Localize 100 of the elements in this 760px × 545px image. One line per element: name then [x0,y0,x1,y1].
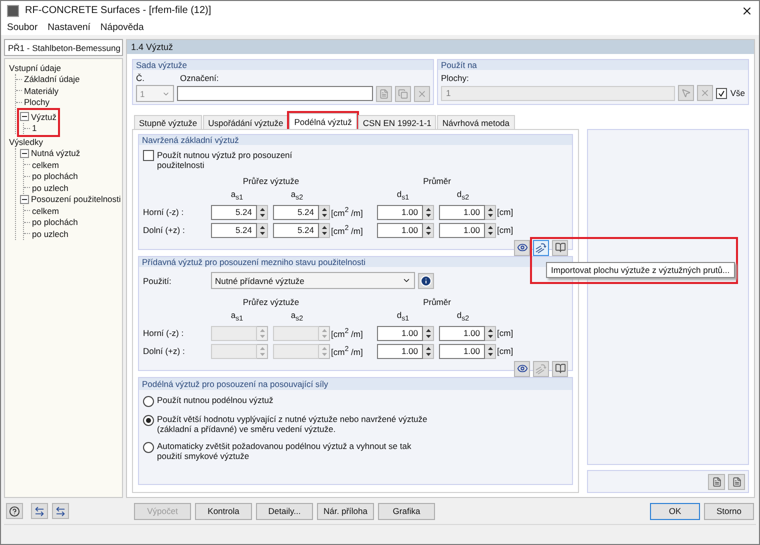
unit-label: [cm$^{2}$ /m] [331,206,364,218]
unit-label: [cm$^{2}$ /m] [331,224,364,236]
tree-item[interactable]: po uzlech [32,182,68,193]
usage-dropdown[interactable]: Nutné přídavné výztuže [211,272,415,289]
new-button[interactable] [376,86,392,102]
name-field[interactable] [177,86,373,101]
tree-item[interactable]: Nutná výztuž [31,148,80,158]
spin-button[interactable] [319,222,330,238]
column-heading: d$_{s2}$ [456,310,470,323]
tab[interactable]: CSN EN 1992-1-1 [358,115,436,129]
spin-button[interactable] [423,204,434,220]
spin-button[interactable] [319,204,330,220]
import-button[interactable] [31,503,48,519]
number-field[interactable]: 1.00 [439,344,485,359]
footer-button[interactable]: Grafika [378,502,435,520]
tooltip: Importovat plochu výztuže z výztužných prutů... [546,262,735,278]
unit-label: [cm] [497,346,514,356]
checkbox[interactable] [716,88,728,98]
surfaces-field[interactable]: 1 [441,86,676,100]
number-field[interactable]: 1.00 [377,204,423,220]
tree-item[interactable]: Základní údaje [24,74,80,84]
number-field[interactable]: 1.00 [377,222,423,238]
collapse-icon[interactable] [20,148,29,158]
book-icon [554,242,566,254]
spin-arrows-icon [424,206,432,218]
tree-item[interactable]: po uzlech [32,228,68,239]
tree-group[interactable]: Výsledky [9,136,44,147]
ok-button[interactable]: OK [650,502,700,520]
help-button[interactable] [6,503,23,519]
spin-button[interactable] [485,222,496,238]
info-button[interactable] [418,272,434,288]
footer-button[interactable]: Nár. příloha [317,502,374,520]
spin-button[interactable] [423,326,434,341]
number-field[interactable]: 1.00 [439,222,485,238]
tree-item[interactable]: po plochách [32,171,78,182]
number-field[interactable]: 5.24 [211,204,257,220]
radio-button[interactable] [143,442,154,453]
menu-item[interactable]: Nápověda [100,22,144,33]
number-field[interactable]: 1.00 [439,326,485,341]
tree-item[interactable]: celkem [32,206,59,216]
collapse-icon[interactable] [20,112,29,122]
checkbox[interactable] [143,150,154,161]
number-field[interactable]: 1.00 [377,326,423,341]
number-field[interactable]: 5.24 [273,222,319,238]
view-button[interactable] [514,360,530,377]
column-heading: d$_{s1}$ [396,189,410,202]
spin-button[interactable] [485,204,496,220]
spin-arrows-icon [486,206,494,218]
book-button[interactable] [552,360,568,377]
info-icon [420,274,432,286]
spin-button[interactable] [423,344,434,359]
tree-item[interactable]: Posouzení použitelnosti [31,194,121,204]
footer-button[interactable]: Detaily... [256,502,313,520]
spin-button[interactable] [257,204,268,220]
import-button[interactable] [533,240,549,256]
cancel-button[interactable]: Storno [704,502,754,520]
number-field[interactable]: 1.00 [377,344,423,359]
case-dropdown[interactable]: PŘ1 - Stahlbeton-Bemessung [4,39,123,56]
tree-item[interactable]: Výztuž [31,112,57,122]
book-button[interactable] [552,240,568,256]
tree-item[interactable]: Materiály [24,86,58,96]
column-heading: d$_{s1}$ [396,310,410,323]
spin-arrows-icon [320,328,328,339]
footer-button: Výpočet [134,502,191,520]
collapse-icon[interactable] [20,194,29,204]
menu-item[interactable]: Nastavení [48,22,90,33]
export-button[interactable] [708,474,725,490]
footer-button[interactable]: Kontrola [195,502,252,520]
export-button[interactable] [52,503,69,519]
number-field[interactable]: 5.24 [211,222,257,238]
number-field[interactable]: 5.24 [273,204,319,220]
unit-label: [cm] [497,328,514,338]
copy-button[interactable] [395,86,411,102]
tree-item[interactable]: celkem [32,160,59,170]
unit-label: [cm$^{2}$ /m] [331,327,364,340]
spin-button[interactable] [485,326,496,341]
tab[interactable]: Uspořádání výztuže [203,115,288,129]
tab[interactable]: Stupně výztuže [134,115,202,129]
tab[interactable]: Návrhová metoda [437,115,515,129]
tree-item[interactable]: 1 [32,123,37,134]
row-label: Dolní (+z) : [143,225,186,236]
tree-item[interactable]: po plochách [32,217,78,228]
radio-button[interactable] [143,415,154,426]
option-label: Automaticky zvětšit požadovanou podélnou výztuž a vyhnout se tak použití smykové výztuže [157,441,412,461]
number-field[interactable]: 1.00 [439,204,485,220]
export-button[interactable] [728,474,745,490]
close-icon[interactable] [741,4,753,16]
section-title: Podélná výztuž pro posouzení na posouvající síly [139,378,572,390]
view-button[interactable] [514,240,530,256]
pick-button[interactable] [678,85,694,101]
tree-item[interactable]: Plochy [24,97,50,108]
tree-group[interactable]: Vstupní údaje [9,62,61,73]
spin-button[interactable] [423,222,434,238]
tab[interactable]: Podélná výztuž [289,113,357,129]
spin-button[interactable] [257,222,268,238]
row-label: Horní (-z) : [143,207,185,218]
spin-arrows-icon [424,224,432,236]
menu-item[interactable]: Soubor [7,22,38,33]
radio-button[interactable] [143,396,154,407]
spin-button[interactable] [485,344,496,359]
